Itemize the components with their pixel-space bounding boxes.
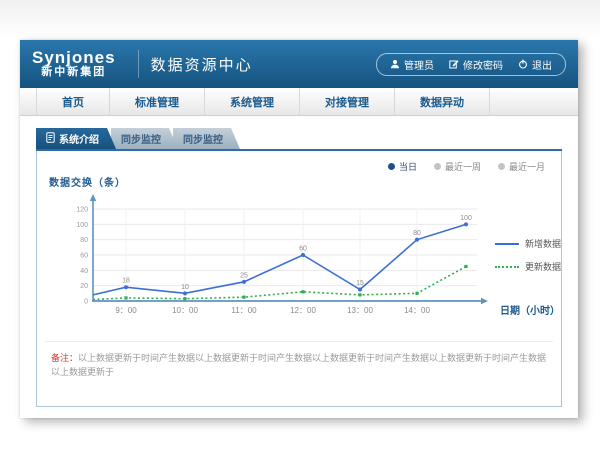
data-point [358,293,361,296]
footnote-prefix: 备注： [51,353,78,363]
power-icon [518,59,528,69]
content-area: 系统介绍 同步监控 同步监控 当日 最近一周 [20,116,578,407]
dotted-line-swatch [495,266,519,268]
radio-today[interactable]: 当日 [388,160,417,173]
header-divider [138,50,139,78]
chart-legend: 新增数据 更新数据 [495,237,561,273]
radio-last-month[interactable]: 最近一月 [498,160,545,173]
logout-label: 退出 [532,57,552,72]
y-axis-arrow [90,194,96,201]
nav-item-system-mgmt[interactable]: 系统管理 [205,88,300,115]
data-point [415,292,418,295]
nav-item-standard-mgmt[interactable]: 标准管理 [110,88,205,115]
document-icon [46,132,55,146]
series-line-1 [93,267,466,300]
legend-label: 更新数据 [525,260,561,273]
panel-divider [45,341,553,342]
data-point [242,296,245,299]
series-line-0 [93,224,466,295]
tab-system-intro[interactable]: 系统介绍 [36,128,116,149]
time-range-filter: 当日 最近一周 最近一月 [388,160,545,173]
header-user-actions: 管理员 修改密码 退出 [376,53,566,76]
data-point-label: 60 [299,246,307,253]
radio-dot [434,163,441,170]
tab-sync-monitor-2[interactable]: 同步监控 [173,128,240,149]
data-point [124,285,128,289]
data-point [464,265,467,268]
tab-label: 同步监控 [183,131,223,146]
radio-last-week[interactable]: 最近一周 [434,160,481,173]
tab-label: 系统介绍 [59,131,99,146]
x-tick-label: 11：00 [231,306,257,315]
radio-label: 最近一周 [445,160,481,173]
y-tick-label: 100 [76,222,88,229]
data-point [301,253,305,257]
solid-line-swatch [495,243,519,245]
x-tick-label: 14：00 [404,306,430,315]
current-user-label: 管理员 [404,57,434,72]
app-window: Synjones 新中新集团 数据资源中心 管理员 修改密码 [20,40,578,418]
y-tick-label: 20 [80,283,88,290]
page-title: 数据资源中心 [151,54,253,75]
radio-dot [388,163,395,170]
data-point [242,280,246,284]
line-chart: 0 20 40 60 80 100 120 9：00 10：00 11：00 12：00 13：00 1… [45,189,565,334]
radio-dot [498,163,505,170]
x-axis-arrow [481,298,488,304]
nav-item-home[interactable]: 首页 [36,88,110,115]
data-point [124,296,127,299]
legend-item-update-data: 更新数据 [495,260,561,273]
legend-item-new-data: 新增数据 [495,237,561,250]
user-icon [390,59,400,69]
data-point-label: 18 [122,278,130,285]
brand-logo: Synjones 新中新集团 [32,49,116,78]
x-tick-label: 12：00 [290,306,316,315]
brand-logo-main: Synjones [32,49,116,67]
data-point-label: 25 [240,272,248,279]
logout-button[interactable]: 退出 [518,57,552,72]
x-tick-label: 9：00 [115,306,137,315]
data-point-label: 100 [460,215,472,222]
data-point-label: 10 [181,284,189,291]
data-point [358,288,362,292]
data-point [183,297,186,300]
y-tick-label: 80 [80,237,88,244]
footnote: 备注：以上数据更新于时间产生数据以上数据更新于时间产生数据以上数据更新于时间产生… [51,352,547,379]
data-point-label: 80 [413,230,421,237]
data-point [183,291,187,295]
nav-item-integration-mgmt[interactable]: 对接管理 [300,88,395,115]
legend-label: 新增数据 [525,237,561,250]
change-password-button[interactable]: 修改密码 [449,57,503,72]
x-tick-label: 13：00 [347,306,373,315]
footnote-text: 以上数据更新于时间产生数据以上数据更新于时间产生数据以上数据更新于时间产生数据以… [51,353,546,377]
y-tick-label: 120 [76,207,88,214]
data-point [301,290,304,293]
chart-panel: 当日 最近一周 最近一月 数据交换（条） 0 20 40 60 80 100 120 9：00… [36,151,562,407]
tab-label: 同步监控 [121,131,161,146]
nav-item-data-change[interactable]: 数据异动 [395,88,490,115]
change-password-label: 修改密码 [463,57,503,72]
app-header: Synjones 新中新集团 数据资源中心 管理员 修改密码 [20,40,578,88]
y-tick-label: 0 [84,299,88,306]
y-tick-label: 60 [80,253,88,260]
main-nav: 首页 标准管理 系统管理 对接管理 数据异动 [20,88,578,116]
data-point [415,238,419,242]
tab-bar: 系统介绍 同步监控 同步监控 [36,128,562,149]
radio-label: 当日 [399,160,417,173]
data-point-label: 15 [356,280,364,287]
x-tick-label: 10：00 [172,306,198,315]
tab-sync-monitor-1[interactable]: 同步监控 [111,128,178,149]
current-user-button[interactable]: 管理员 [390,57,434,72]
radio-label: 最近一月 [509,160,545,173]
x-axis-title: 日期（小时） [500,304,560,317]
data-point [464,222,468,226]
brand-logo-sub: 新中新集团 [32,67,116,79]
y-tick-label: 40 [80,268,88,275]
y-axis-title: 数据交换（条） [49,174,126,189]
edit-icon [449,59,459,69]
